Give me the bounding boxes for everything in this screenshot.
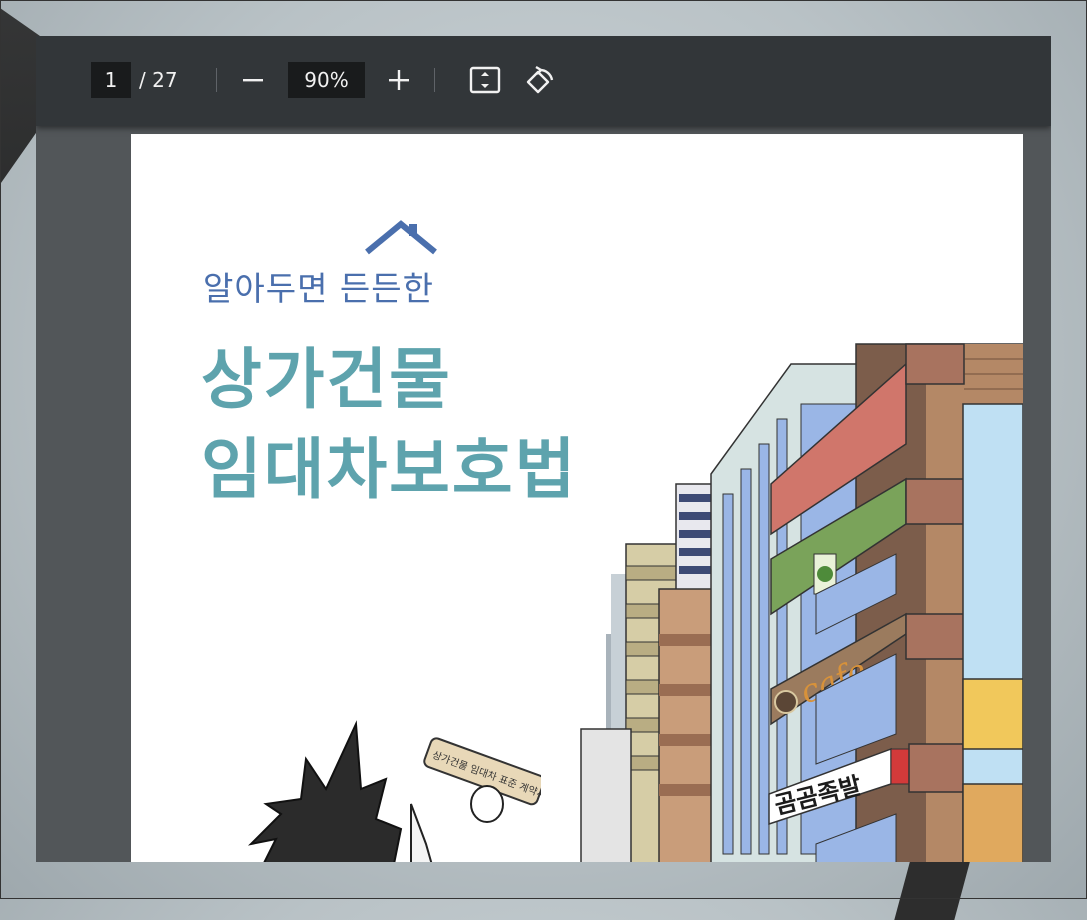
pdf-page: 알아두면 든든한 상가건물 임대차보호법 cafe 곰곰족발 상가건물 임대차 … [131,134,1023,862]
rotate-icon [526,65,554,94]
document-subtitle: 알아두면 든든한 [203,269,435,308]
plus-icon [389,70,409,90]
minus-icon [243,79,263,82]
street-illustration: cafe 곰곰족발 [580,343,1023,862]
zoom-in-button[interactable] [381,62,417,98]
document-title-line2: 임대차보호법 [201,431,578,508]
toolbar-divider [434,68,435,92]
page-number-input[interactable]: 1 [91,62,131,98]
fit-to-page-button[interactable] [467,62,503,98]
toolbar-divider [216,68,217,92]
pdf-viewer: 1 / 27 90% 알아두면 든든한 상가건물 임대차보호법 cafe 곰곰족… [36,36,1051,862]
fit-page-icon [469,66,501,94]
document-title-line1: 상가건물 [201,341,452,418]
rotate-button[interactable] [522,62,558,98]
zoom-out-button[interactable] [235,62,271,98]
character-illustration: 상가건물 임대차 표준 계약서 [247,720,541,862]
zoom-level-input[interactable]: 90% [288,62,365,98]
house-roof-icon [365,220,437,255]
page-total-label: / 27 [139,68,178,92]
pdf-toolbar: 1 / 27 90% [36,36,1051,126]
